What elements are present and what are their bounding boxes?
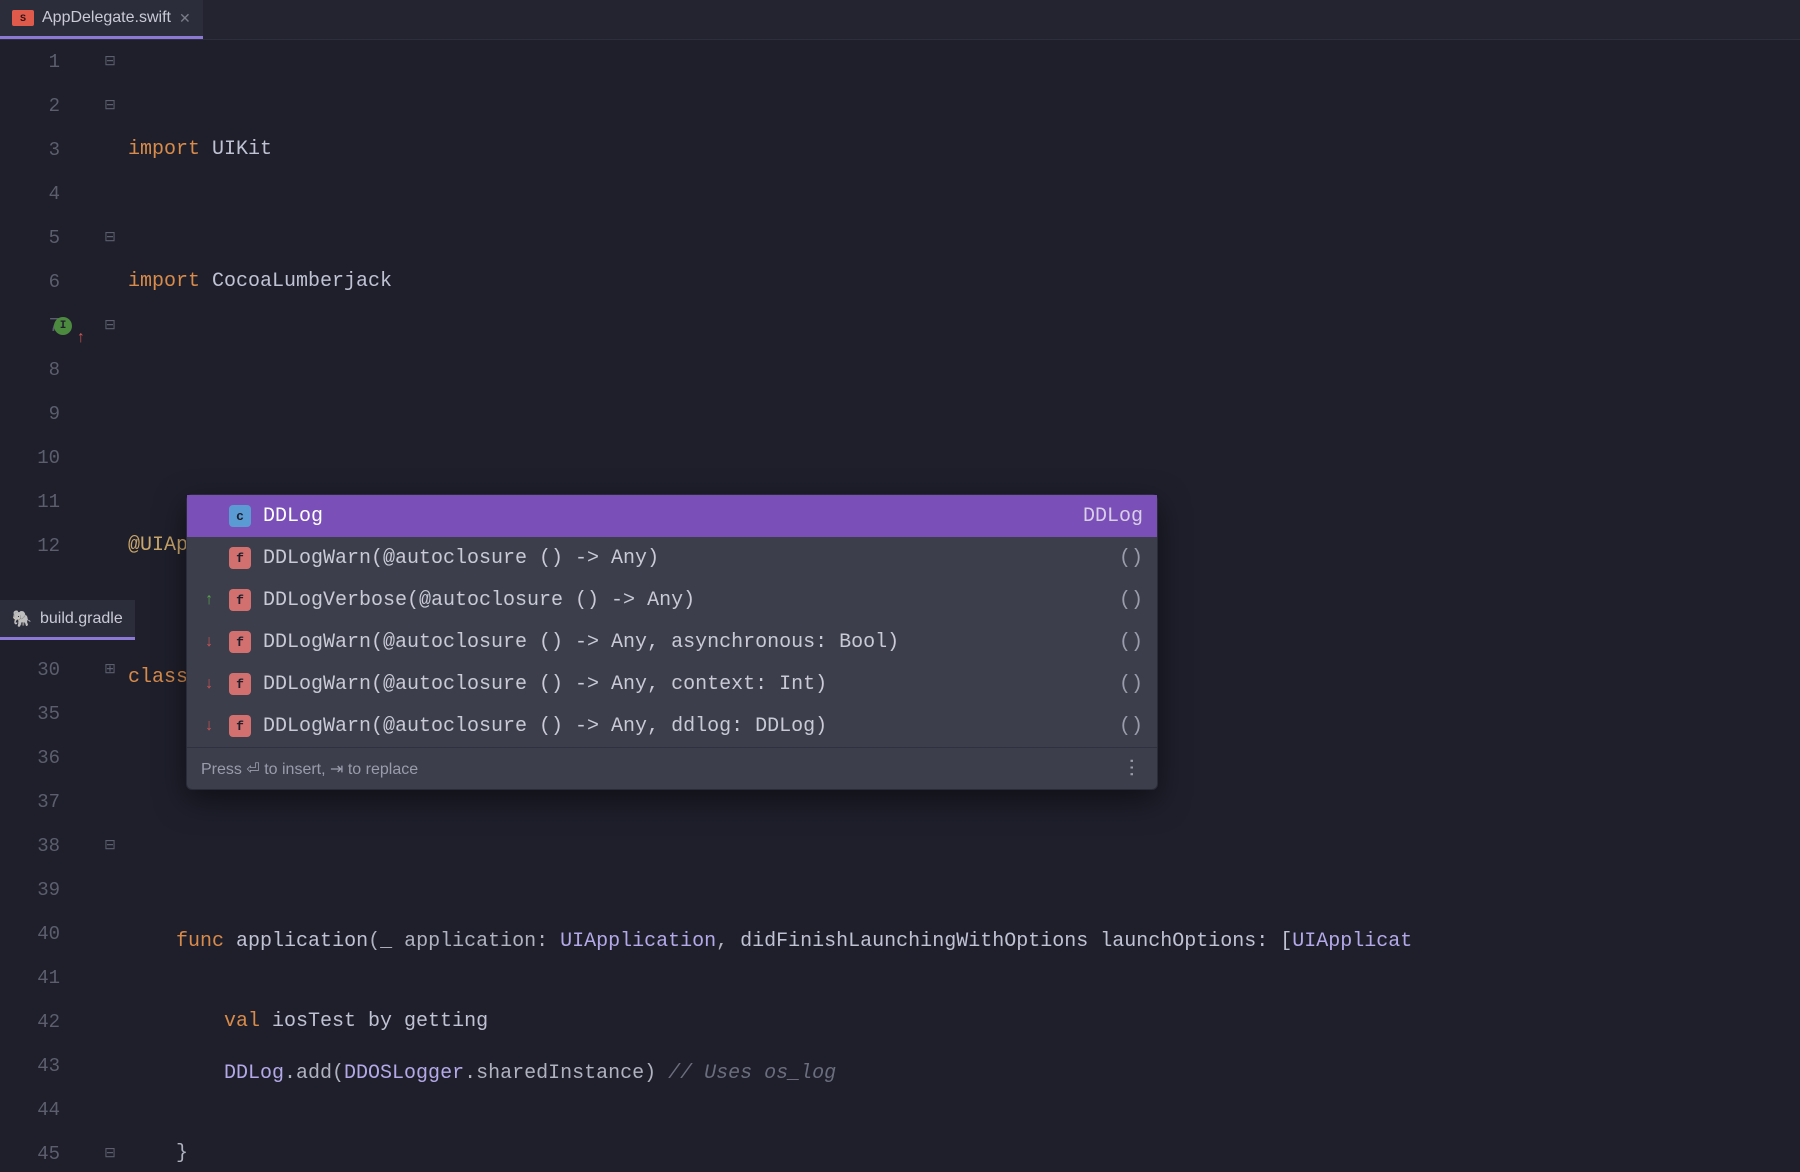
completion-type: () xyxy=(1119,673,1143,696)
line-number: 42 xyxy=(0,1000,60,1044)
line-number: 5 xyxy=(0,216,60,260)
line-number: 43 xyxy=(0,1044,60,1088)
line-number: 10 xyxy=(0,436,60,480)
line-number: 7 xyxy=(0,304,60,348)
completion-popup: c DDLog DDLog f DDLogWarn(@autoclosure (… xyxy=(186,494,1158,790)
completion-kind-function-icon: f xyxy=(229,631,251,653)
completion-type: () xyxy=(1119,715,1143,738)
line-number: 2 xyxy=(0,84,60,128)
tab-buildgradle[interactable]: 🐘 build.gradle xyxy=(0,600,135,640)
swift-file-icon: S xyxy=(12,10,34,26)
gutter: 1 2 3 4 5 6 7 8 9 10 11 12 I ↑ xyxy=(0,40,96,568)
completion-kind-function-icon: f xyxy=(229,715,251,737)
fold-column: ⊟ ⊟ ⊟ ⊟ xyxy=(96,40,124,568)
arrow-down-icon: ↓ xyxy=(201,717,217,735)
completion-item[interactable]: ↑ f DDLogVerbose(@autoclosure () -> Any)… xyxy=(187,579,1157,621)
line-number: 35 xyxy=(0,692,60,736)
fold-icon[interactable]: ⊟ xyxy=(96,40,124,84)
completion-kind-function-icon: f xyxy=(229,589,251,611)
completion-type: () xyxy=(1119,631,1143,654)
arrow-down-icon: ↓ xyxy=(201,633,217,651)
completion-kind-function-icon: f xyxy=(229,673,251,695)
gutter-override-marker-icon[interactable]: I xyxy=(54,317,72,335)
fold-icon[interactable]: ⊟ xyxy=(96,824,124,868)
fold-icon[interactable]: ⊟ xyxy=(96,216,124,260)
code-line: val iosTest by getting xyxy=(128,1000,1800,1044)
line-number: 36 xyxy=(0,736,60,780)
tab-label: build.gradle xyxy=(40,610,123,628)
line-number: 1 xyxy=(0,40,60,84)
code-line xyxy=(128,392,1800,436)
fold-icon[interactable]: ⊟ xyxy=(96,304,124,348)
completion-item[interactable]: f DDLogWarn(@autoclosure () -> Any) () xyxy=(187,537,1157,579)
more-options-icon[interactable]: ⋯ xyxy=(1120,758,1145,780)
completion-label: DDLogVerbose(@autoclosure () -> Any) xyxy=(263,589,1107,612)
line-number: 12 xyxy=(0,524,60,568)
line-number: 40 xyxy=(0,912,60,956)
completion-label: DDLogWarn(@autoclosure () -> Any, asynch… xyxy=(263,631,1107,654)
line-number: 38 xyxy=(0,824,60,868)
editor-area[interactable]: 1 2 3 4 5 6 7 8 9 10 11 12 I ↑ 30 35 36 … xyxy=(0,40,1800,1172)
code-line: } xyxy=(128,1132,1800,1172)
tab-appdelegate[interactable]: S AppDelegate.swift ✕ xyxy=(0,0,203,39)
completion-item[interactable]: ↓ f DDLogWarn(@autoclosure () -> Any, co… xyxy=(187,663,1157,705)
code-line: import UIKit xyxy=(128,128,1800,172)
completion-kind-function-icon: f xyxy=(229,547,251,569)
completion-label: DDLogWarn(@autoclosure () -> Any, contex… xyxy=(263,673,1107,696)
completion-hint: Press ⏎ to insert, ⇥ to replace xyxy=(201,759,418,779)
line-number: 41 xyxy=(0,956,60,1000)
gutter-arrow-icon: ↑ xyxy=(76,316,86,360)
close-icon[interactable]: ✕ xyxy=(179,10,191,27)
gradle-file-icon: 🐘 xyxy=(12,609,32,629)
completion-type: DDLog xyxy=(1083,505,1143,528)
completion-footer: Press ⏎ to insert, ⇥ to replace ⋯ xyxy=(187,747,1157,789)
line-number: 6 xyxy=(0,260,60,304)
completion-label: DDLog xyxy=(263,505,1071,528)
completion-label: DDLogWarn(@autoclosure () -> Any) xyxy=(263,547,1107,570)
arrow-up-icon: ↑ xyxy=(201,591,217,609)
completion-item[interactable]: ↓ f DDLogWarn(@autoclosure () -> Any, dd… xyxy=(187,705,1157,747)
fold-icon[interactable]: ⊟ xyxy=(96,1132,124,1172)
line-number: 4 xyxy=(0,172,60,216)
line-number: 3 xyxy=(0,128,60,172)
line-number: 30 xyxy=(0,648,60,692)
code-line: import CocoaLumberjack xyxy=(128,260,1800,304)
completion-item[interactable]: c DDLog DDLog xyxy=(187,495,1157,537)
fold-column: ⊞ ⊟ ⊟ xyxy=(96,648,124,1172)
line-number: 39 xyxy=(0,868,60,912)
completion-kind-class-icon: c xyxy=(229,505,251,527)
arrow-down-icon: ↓ xyxy=(201,675,217,693)
line-number: 37 xyxy=(0,780,60,824)
line-number: 45 xyxy=(0,1132,60,1172)
line-number: 8 xyxy=(0,348,60,392)
fold-collapsed-icon[interactable]: ⊞ xyxy=(96,648,124,692)
line-number: 11 xyxy=(0,480,60,524)
completion-type: () xyxy=(1119,547,1143,570)
completion-item[interactable]: ↓ f DDLogWarn(@autoclosure () -> Any, as… xyxy=(187,621,1157,663)
fold-icon[interactable]: ⊟ xyxy=(96,84,124,128)
completion-label: DDLogWarn(@autoclosure () -> Any, ddlog:… xyxy=(263,715,1107,738)
tab-bar: S AppDelegate.swift ✕ xyxy=(0,0,1800,40)
line-number: 9 xyxy=(0,392,60,436)
gutter: 30 35 36 37 38 39 40 41 42 43 44 45 xyxy=(0,648,96,1172)
tab-label: AppDelegate.swift xyxy=(42,9,171,27)
line-number: 44 xyxy=(0,1088,60,1132)
code-line xyxy=(128,868,1800,912)
completion-type: () xyxy=(1119,589,1143,612)
